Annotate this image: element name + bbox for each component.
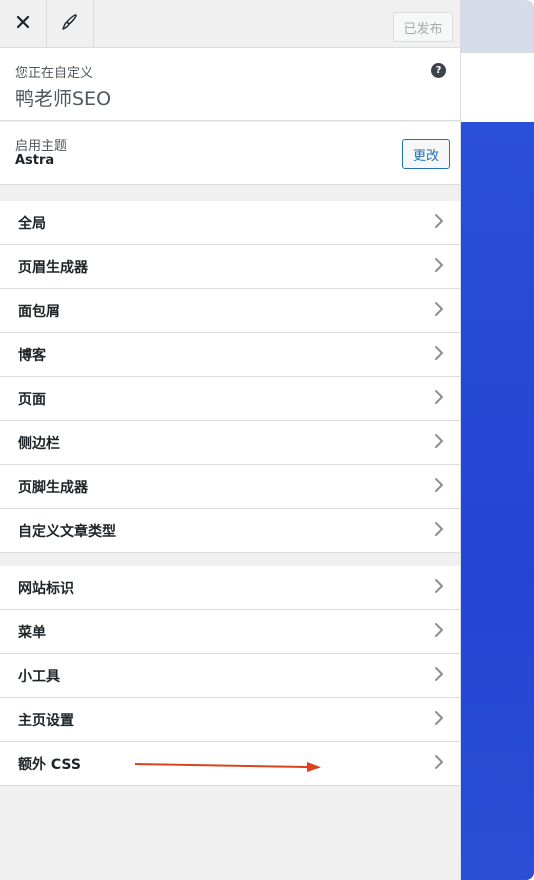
section-label: 小工具 [18,668,60,685]
section-footer-builder[interactable]: 页脚生成器 [0,465,460,509]
chevron-right-icon [434,666,444,686]
customize-button[interactable] [47,0,94,47]
section-custom-post-types[interactable]: 自定义文章类型 [0,509,460,553]
chevron-right-icon [434,622,444,642]
preview-header [461,0,534,53]
chevron-right-icon [434,433,444,453]
section-label: 网站标识 [18,580,74,597]
section-label: 主页设置 [18,712,74,729]
section-label: 菜单 [18,624,46,641]
section-breadcrumb[interactable]: 面包屑 [0,289,460,333]
section-site-identity[interactable]: 网站标识 [0,566,460,610]
section-homepage-settings[interactable]: 主页设置 [0,698,460,742]
section-list-primary: 全局 页眉生成器 面包屑 博客 页面 侧边栏 页脚生成器 自定义文章类型 [0,201,460,553]
section-label: 页面 [18,391,46,408]
section-blog[interactable]: 博客 [0,333,460,377]
section-label: 侧边栏 [18,435,60,452]
site-title: 鸭老师SEO [15,88,112,110]
close-icon [16,14,30,33]
chevron-right-icon [434,710,444,730]
section-label: 博客 [18,347,46,364]
annotation-arrow-icon [135,762,321,772]
section-sidebar[interactable]: 侧边栏 [0,421,460,465]
section-list-secondary: 网站标识 菜单 小工具 主页设置 额外 CSS [0,566,460,786]
section-label: 自定义文章类型 [18,523,116,540]
customizer-topbar: 已发布 [0,0,460,48]
chevron-right-icon [434,301,444,321]
publish-button[interactable]: 已发布 [393,12,453,42]
chevron-right-icon [434,345,444,365]
chevron-right-icon [434,521,444,541]
section-global[interactable]: 全局 [0,201,460,245]
section-widgets[interactable]: 小工具 [0,654,460,698]
customizing-info: 您正在自定义 鸭老师SEO ? [0,48,460,121]
preview-hero [461,122,534,880]
section-label: 页脚生成器 [18,479,88,496]
section-menus[interactable]: 菜单 [0,610,460,654]
section-label: 面包屑 [18,303,60,320]
customizer-sidebar: 已发布 您正在自定义 鸭老师SEO ? 启用主题 Astra 更改 全局 页眉生… [0,0,461,880]
site-preview[interactable] [461,0,534,880]
close-button[interactable] [0,0,47,47]
chevron-right-icon [434,578,444,598]
active-theme-name: Astra [15,153,55,168]
section-header-builder[interactable]: 页眉生成器 [0,245,460,289]
section-page[interactable]: 页面 [0,377,460,421]
section-label: 全局 [18,215,46,232]
customizing-label: 您正在自定义 [15,66,94,81]
chevron-right-icon [434,389,444,409]
chevron-right-icon [434,257,444,277]
brush-icon [61,13,79,35]
section-label: 页眉生成器 [18,259,88,276]
active-theme-label: 启用主题 [15,139,68,154]
change-theme-button[interactable]: 更改 [402,139,450,169]
chevron-right-icon [434,477,444,497]
active-theme-panel: 启用主题 Astra 更改 [0,122,460,185]
chevron-right-icon [434,213,444,233]
help-icon[interactable]: ? [431,63,446,78]
section-label: 额外 CSS [18,756,81,773]
chevron-right-icon [434,754,444,774]
